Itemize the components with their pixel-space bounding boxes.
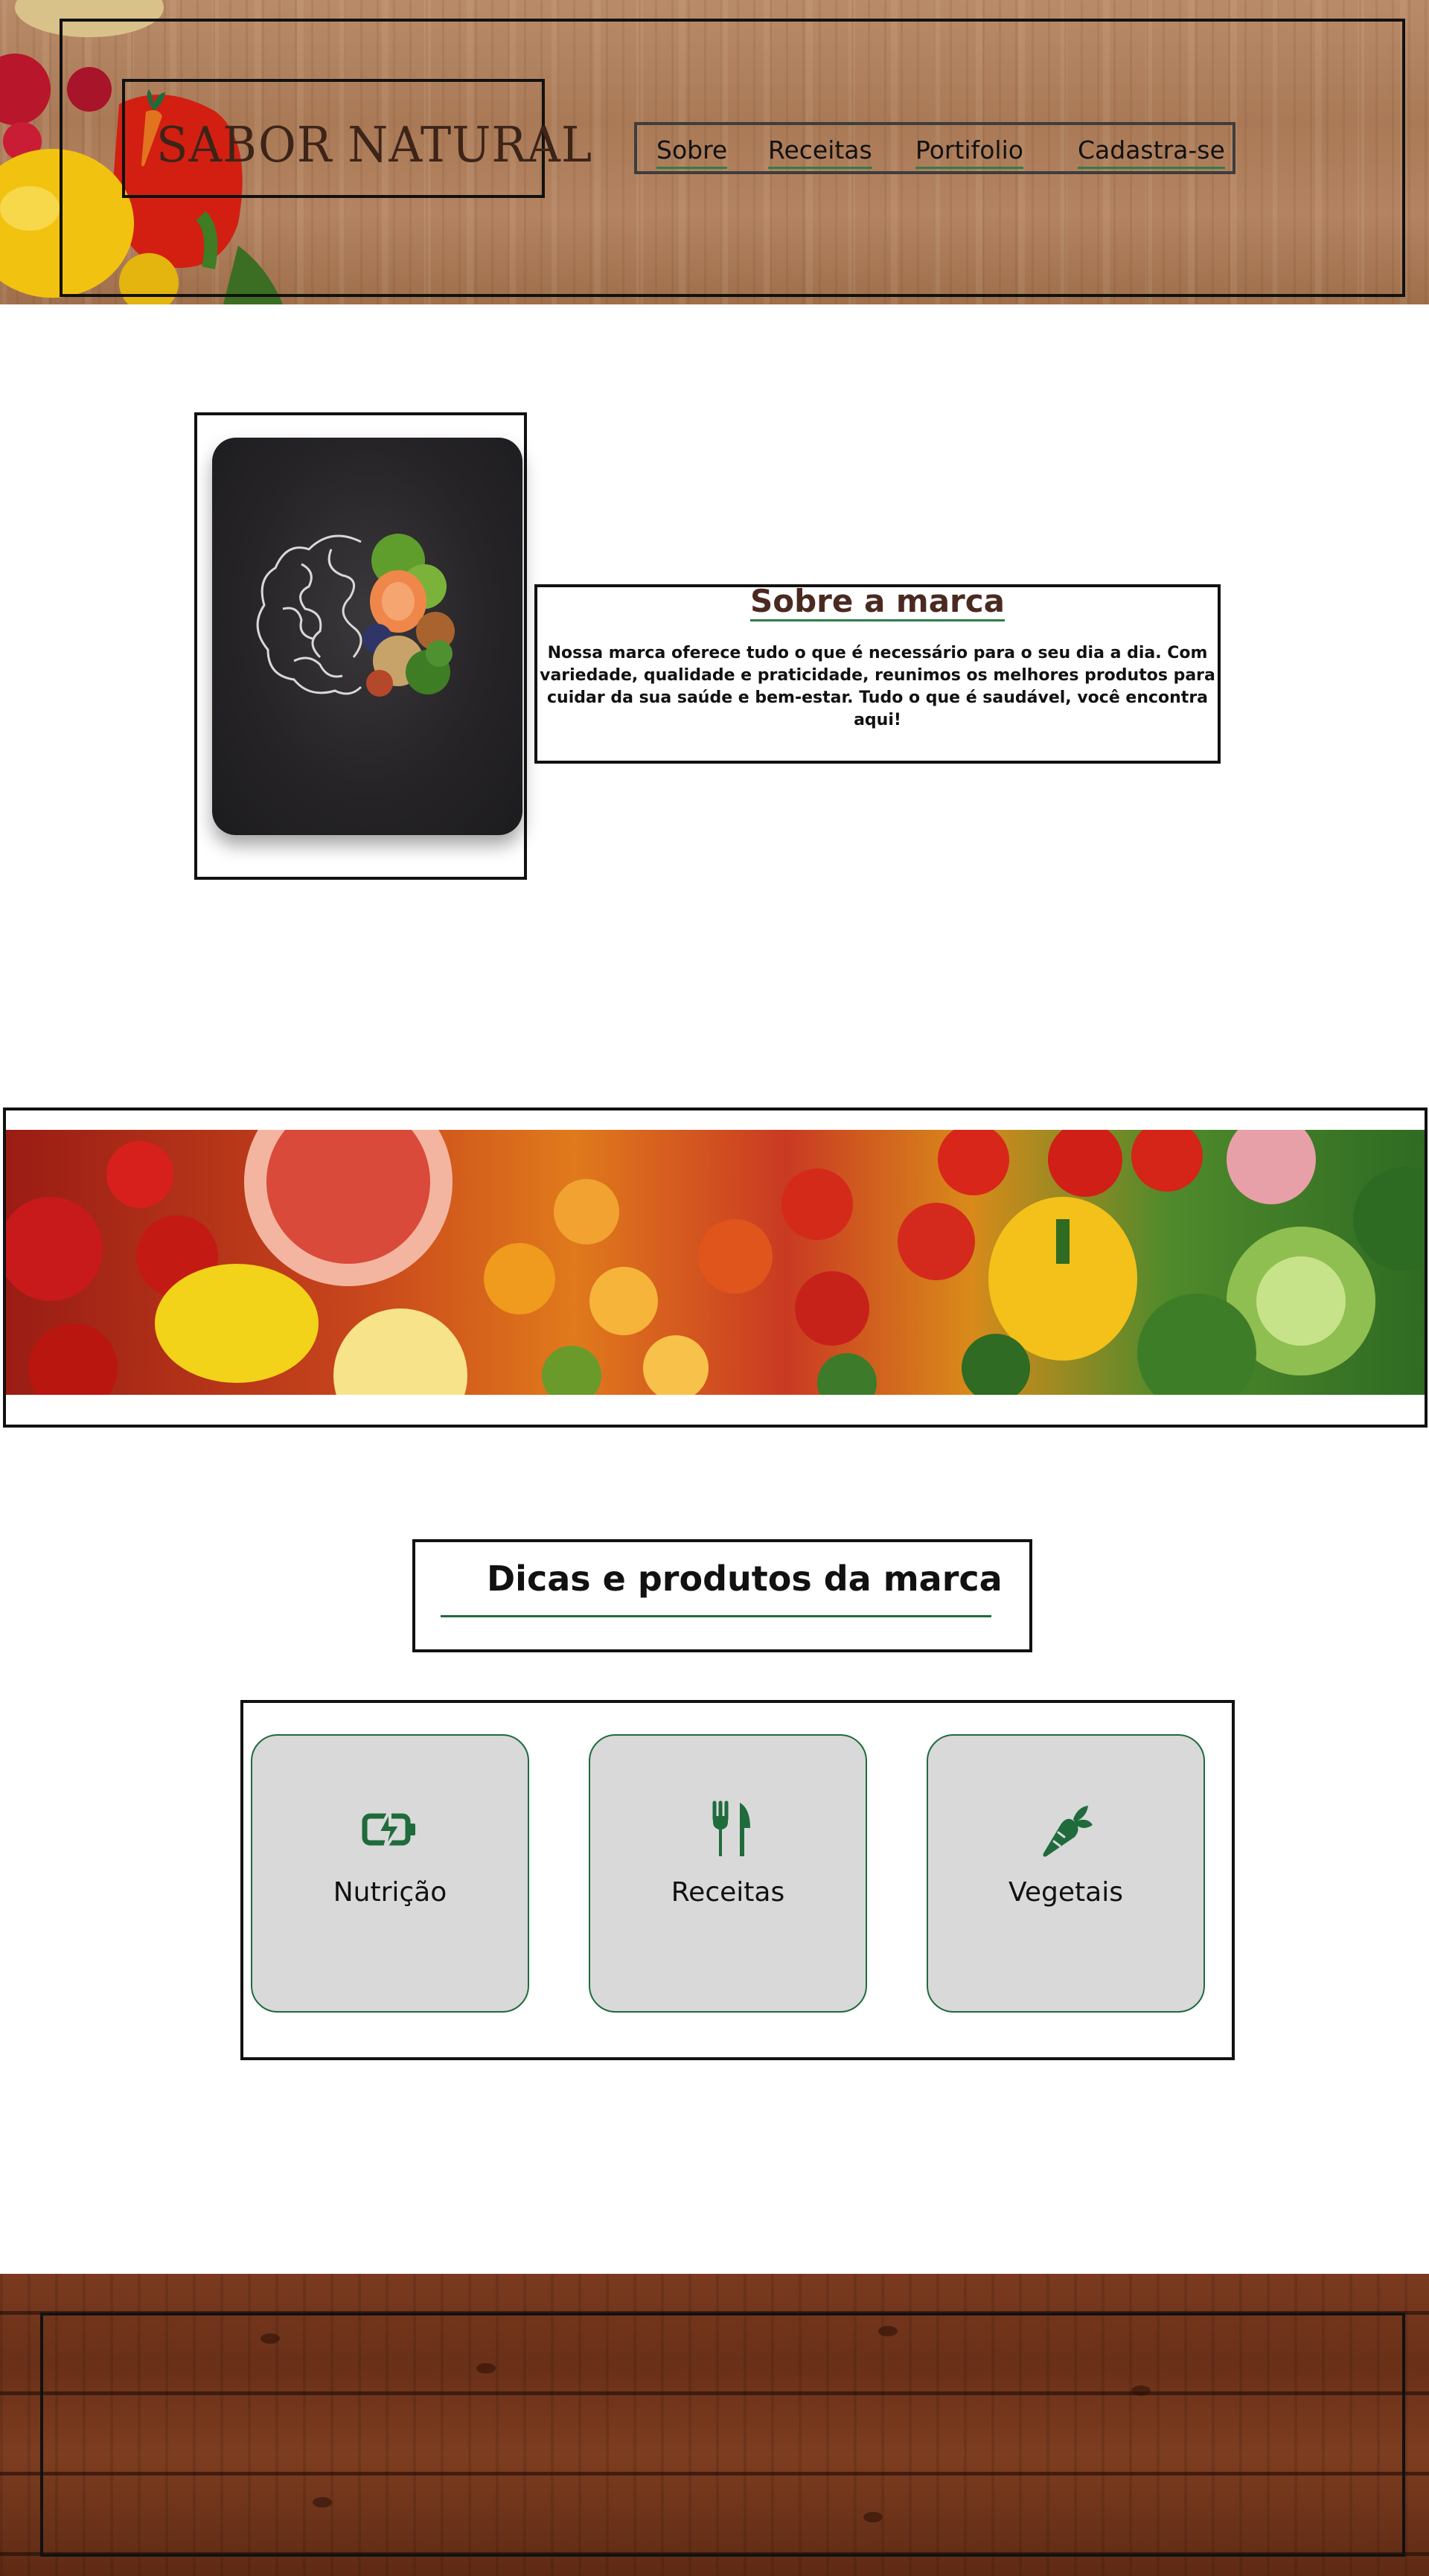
carrot-icon xyxy=(1043,1806,1093,1857)
fork-knife-icon xyxy=(712,1800,750,1856)
brand-name: SABOR NATURAL xyxy=(156,116,593,173)
card-vegetais[interactable]: Vegetais xyxy=(927,1734,1205,2013)
nav-link-cadastra-se[interactable]: Cadastra-se xyxy=(1078,135,1225,169)
brand-logo[interactable]: SABOR NATURAL xyxy=(122,79,592,198)
tips-title: Dicas e produtos da marca xyxy=(487,1559,1003,1599)
nav-link-portifolio[interactable]: Portifolio xyxy=(915,135,1023,169)
tips-title-underline xyxy=(441,1615,991,1617)
about-title: Sobre a marca xyxy=(537,583,1218,621)
about-title-text: Sobre a marca xyxy=(749,583,1005,621)
nav-link-sobre[interactable]: Sobre xyxy=(656,135,728,169)
produce-illustration xyxy=(6,1130,1425,1395)
about-text-box: Sobre a marca Nossa marca oferece tudo o… xyxy=(534,583,1221,764)
brain-food-image xyxy=(212,438,522,835)
tips-title-box: Dicas e produtos da marca xyxy=(412,1539,1032,1652)
produce-banner-frame xyxy=(3,1108,1428,1428)
main-nav: Sobre Receitas Portifolio Cadastra-se xyxy=(634,122,1235,174)
card-label-receitas: Receitas xyxy=(671,1877,785,1908)
site-header: SABOR NATURAL Sobre Receitas Portifolio … xyxy=(0,0,1429,304)
card-nutricao[interactable]: Nutrição xyxy=(251,1734,529,2013)
site-footer xyxy=(0,2274,1429,2576)
card-receitas[interactable]: Receitas xyxy=(589,1734,867,2013)
about-image-frame xyxy=(194,412,527,880)
nav-link-receitas[interactable]: Receitas xyxy=(768,135,872,169)
card-label-vegetais: Vegetais xyxy=(1008,1877,1123,1908)
footer-frame xyxy=(40,2313,1405,2557)
about-description: Nossa marca oferece tudo o que é necessá… xyxy=(540,644,1215,729)
brain-food-illustration xyxy=(256,534,455,697)
tips-cards-container: Nutrição Receitas Vegetais xyxy=(240,1700,1235,2060)
card-label-nutricao: Nutrição xyxy=(333,1877,447,1908)
produce-banner-image xyxy=(6,1130,1425,1395)
battery-bolt-icon xyxy=(362,1809,415,1852)
